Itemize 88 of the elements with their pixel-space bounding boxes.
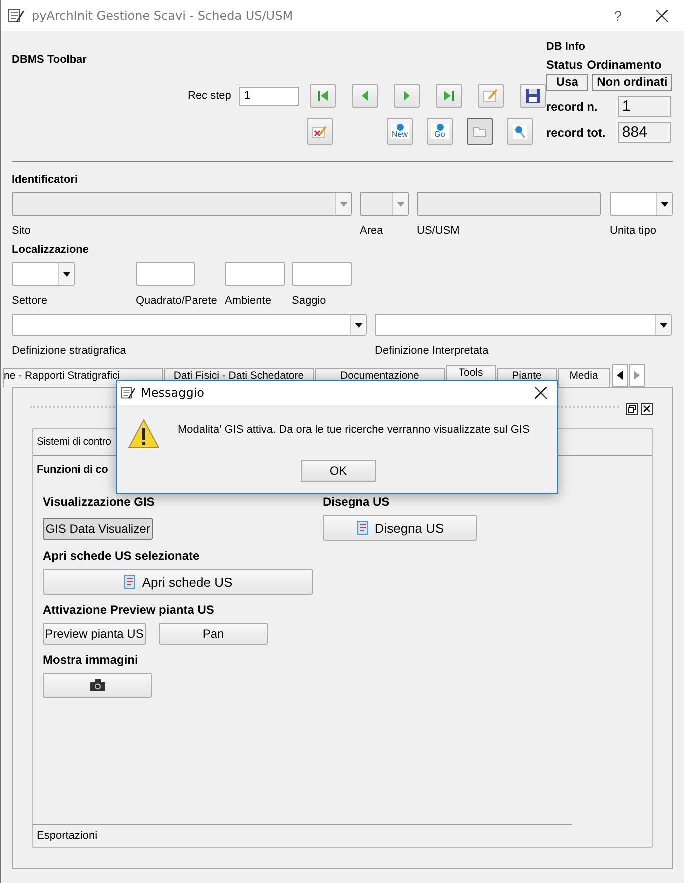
status-value: Usa — [546, 74, 588, 91]
field-label: US/USM — [417, 225, 461, 237]
camera-icon — [90, 679, 106, 692]
group-title: Mostra immagini — [43, 653, 140, 667]
group-title: Attivazione Preview pianta US — [43, 603, 216, 617]
rec-step-field[interactable]: 1 — [239, 86, 300, 106]
caret-icon — [354, 322, 362, 328]
group-title: Visualizzazione GIS — [43, 495, 156, 509]
caret-icon — [62, 272, 70, 276]
section-title: DB Info — [546, 41, 587, 53]
caret-icon — [340, 202, 348, 206]
order-label: Ordinamento — [587, 58, 662, 72]
dropdown[interactable] — [12, 314, 367, 336]
next-button[interactable] — [394, 84, 420, 108]
section-title: Localizzazione — [12, 244, 90, 256]
close-icon[interactable] — [656, 10, 668, 22]
dialog-title: Messaggio — [141, 386, 205, 400]
folder-button[interactable] — [467, 118, 493, 145]
field-label: Rec step — [188, 90, 232, 102]
save-button[interactable] — [520, 84, 546, 108]
right-arrow-icon — [634, 371, 640, 380]
last-button[interactable] — [436, 84, 462, 108]
field-label: Settore — [12, 295, 48, 307]
delete-record-icon — [312, 124, 328, 140]
record-number-label: record n. — [546, 100, 598, 114]
field-label: Ambiente — [225, 295, 272, 307]
record-total-field: 884 — [618, 122, 672, 143]
warning-icon — [128, 419, 160, 449]
help-button[interactable]: ? — [614, 8, 622, 24]
gis-data-visualizer-button[interactable]: GIS Data Visualizer — [43, 518, 153, 540]
go-button[interactable]: Go — [427, 118, 453, 145]
close-icon[interactable] — [641, 403, 653, 415]
pan-button[interactable]: Pan — [159, 623, 268, 645]
section-title: Identificatori — [12, 174, 80, 186]
document-pen-icon — [8, 8, 26, 24]
show-images-button[interactable] — [43, 673, 152, 698]
tab[interactable]: Media — [558, 368, 610, 387]
skip-last-icon — [442, 89, 456, 103]
input-field[interactable] — [225, 262, 285, 286]
group-title: Apri schede US selezionate — [43, 549, 201, 563]
status-label: Status — [546, 58, 584, 72]
dropdown[interactable] — [12, 262, 75, 286]
record-number-field: 1 — [618, 96, 672, 117]
scroll-left-button[interactable] — [612, 364, 628, 387]
dropdown[interactable] — [375, 314, 672, 336]
disegna-us-button[interactable]: Disegna US — [323, 515, 477, 541]
document-icon — [123, 575, 138, 589]
field-label: Area — [360, 225, 384, 237]
close-icon[interactable] — [535, 387, 547, 399]
toolbox-tab[interactable]: Esportazioni — [33, 824, 572, 847]
field-label: Sito — [12, 225, 32, 237]
edit-button[interactable] — [478, 84, 504, 108]
field-label: Saggio — [292, 295, 328, 307]
new-icon: New — [391, 124, 409, 139]
skip-first-icon — [316, 89, 330, 103]
input-field[interactable] — [136, 262, 195, 286]
search-button[interactable] — [507, 118, 533, 145]
dialog-message: Modalita' GIS attiva. Da ora le tue ricerche verranno visualizzate sul GIS — [178, 424, 530, 436]
ok-button[interactable]: OK — [301, 460, 376, 482]
caret-icon — [660, 322, 668, 328]
field-label: Quadrato/Parete — [136, 295, 218, 307]
caret-icon — [660, 202, 668, 206]
group-title: Disegna US — [323, 495, 391, 509]
search-icon — [512, 124, 528, 140]
field-label: Definizione Interpretata — [375, 345, 490, 357]
go-icon: Go — [431, 124, 449, 139]
preview-button[interactable]: Preview pianta US — [43, 623, 146, 645]
document-icon — [356, 521, 370, 535]
prev-button[interactable] — [352, 84, 378, 108]
dropdown[interactable] — [610, 192, 673, 216]
left-arrow-icon — [617, 371, 623, 380]
caret-icon — [396, 202, 404, 206]
section-title: DBMS Toolbar — [12, 54, 88, 66]
record-total-label: record tot. — [546, 126, 606, 140]
input-field[interactable] — [292, 262, 352, 286]
new-button[interactable]: New — [387, 118, 413, 145]
floppy-icon — [525, 88, 542, 104]
field-label: Definizione stratigrafica — [12, 345, 128, 357]
apri-schede-button[interactable]: Apri schede US — [43, 569, 313, 595]
document-pen-icon — [121, 386, 137, 400]
float-icon[interactable] — [626, 403, 638, 415]
field-label: Unita tipo — [610, 225, 658, 237]
window-title: pyArchInit Gestione Scavi - Scheda US/USM — [32, 8, 294, 22]
delete-button[interactable] — [307, 118, 333, 145]
edit-icon — [483, 88, 500, 104]
folder-icon — [473, 126, 487, 138]
order-value: Non ordinati — [592, 74, 672, 91]
first-button[interactable] — [310, 84, 336, 108]
